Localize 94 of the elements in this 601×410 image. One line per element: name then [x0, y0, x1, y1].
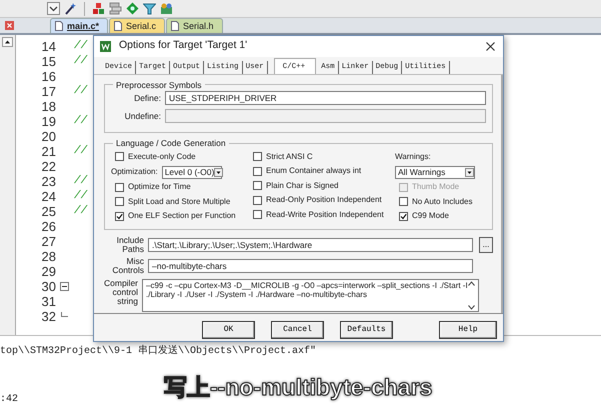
file-tab[interactable]: main.c*: [50, 18, 108, 33]
line-number: 14: [40, 39, 57, 54]
checkbox[interactable]: [115, 197, 124, 206]
file-icon: [55, 21, 63, 31]
dropdown[interactable]: All Warnings: [395, 166, 475, 179]
checkbox-label: Strict ANSI C: [266, 150, 313, 163]
dialog-button[interactable]: Defaults: [340, 320, 393, 339]
output-line: :42: [0, 393, 20, 407]
line-number: 21: [40, 144, 57, 159]
field-label: Warnings:: [395, 150, 431, 163]
blocks-icon[interactable]: [92, 2, 105, 15]
line-number: 20: [40, 129, 57, 144]
checkbox-label: One ELF Section per Function: [128, 210, 236, 222]
line-number: 32: [40, 309, 57, 324]
cluster-icon[interactable]: [160, 2, 173, 15]
checkbox-label: Split Load and Store Multiple: [128, 196, 230, 208]
line-number: 18: [40, 99, 57, 114]
dropdown[interactable]: Level 0 (-O0): [162, 166, 222, 179]
line-number: 29: [40, 264, 57, 279]
file-tab[interactable]: Serial.h: [166, 18, 223, 33]
wand-icon[interactable]: [64, 2, 77, 15]
output-line: top\\STM32Project\\9-1 串口发送\\Objects\\Project.axf": [0, 344, 318, 359]
line-number: 22: [40, 159, 57, 174]
line-number: 31: [40, 294, 57, 309]
code-comment: //: [74, 84, 88, 99]
checkbox[interactable]: [399, 212, 408, 221]
scroll-up-icon[interactable]: [468, 281, 476, 286]
checkbox[interactable]: [253, 181, 262, 190]
checkbox[interactable]: [253, 196, 262, 205]
checkbox-label: Read-Only Position Independent: [266, 194, 382, 206]
checkbox-label: Thumb Mode: [412, 181, 460, 194]
code-comment: //: [74, 144, 88, 159]
file-icon: [114, 21, 122, 31]
line-number: 25: [40, 204, 57, 219]
line-number: 28: [40, 249, 57, 264]
subtitle-caption: 写上--no-multibyte-chars: [164, 373, 432, 403]
file-icon: [171, 21, 180, 31]
define-field[interactable]: USE_STDPERIPH_DRIVER: [165, 91, 486, 106]
scroll-down-icon[interactable]: [468, 305, 476, 310]
dialog-button[interactable]: OK: [202, 320, 255, 339]
file-tab[interactable]: Serial.c: [109, 18, 166, 33]
line-number: 27: [40, 234, 57, 249]
stack-icon[interactable]: [109, 2, 122, 15]
field-label: Optimization:: [111, 166, 158, 178]
group-title: Preprocessor Symbols: [115, 80, 203, 90]
code-comment: //: [74, 204, 88, 219]
field-label: Misc Controls: [111, 257, 144, 276]
field-label: Undefine:: [124, 112, 161, 121]
window-title: Options for Target 'Target 1': [119, 38, 248, 54]
checkbox-label: Read-Write Position Independent: [266, 208, 384, 221]
close-icon[interactable]: [486, 42, 495, 51]
dropdown-icon[interactable]: [47, 2, 60, 15]
diamond-icon[interactable]: [126, 2, 139, 15]
field-label: Compiler control string: [104, 279, 138, 306]
misc-controls-field[interactable]: –no-multibyte-chars: [148, 259, 473, 274]
field-label: Define:: [133, 94, 161, 103]
compiler-string-text: –c99 -c –cpu Cortex-M3 -D__MICROLIB -g -O0 –apcs=interwork –split_sections -I ./Start -I ./Library -I ./User -I ./System -I ./Hardware –no-multibyte-chars: [146, 281, 468, 302]
dialog-button[interactable]: Cancel: [271, 320, 324, 339]
checkbox[interactable]: [399, 197, 408, 206]
checkbox-label: C99 Mode: [412, 210, 449, 222]
browse-button[interactable]: ...: [479, 236, 493, 253]
code-comment: //: [74, 39, 88, 54]
checkbox-label: No Auto Includes: [412, 196, 472, 208]
line-number: 30: [40, 279, 57, 294]
code-comment: //: [74, 174, 88, 189]
checkbox[interactable]: [253, 210, 262, 220]
compiler-string-field[interactable]: –c99 -c –cpu Cortex-M3 -D__MICROLIB -g -O0 –apcs=interwork –split_sections -I ./Start -I ./Library -I ./User -I ./System -I ./Hardware –no-multibyte-chars: [142, 279, 480, 312]
line-number: 17: [40, 84, 57, 99]
checkbox-label: Enum Container always int: [266, 165, 362, 178]
include-paths-field[interactable]: .\Start;.\Library;.\User;.\System;.\Hardware: [148, 238, 473, 252]
code-comment: //: [74, 189, 88, 204]
checkbox[interactable]: [115, 182, 124, 192]
line-number: 16: [40, 69, 57, 84]
code-comment: //: [74, 114, 88, 129]
checkbox[interactable]: [253, 152, 262, 162]
code-comment: //: [74, 54, 88, 69]
line-number: 19: [40, 114, 57, 129]
line-number: 26: [40, 219, 57, 234]
checkbox[interactable]: [253, 166, 262, 176]
dialog-button[interactable]: Help: [439, 320, 497, 339]
line-number: 24: [40, 189, 57, 204]
checkbox[interactable]: [115, 152, 124, 162]
fold-toggle-icon[interactable]: [60, 282, 69, 291]
checkbox-label: Optimize for Time: [128, 181, 191, 194]
checkbox-label: Plain Char is Signed: [266, 180, 338, 192]
field-label: Include Paths: [116, 236, 144, 254]
line-number: 23: [40, 174, 57, 189]
group-title: Language / Code Generation: [115, 139, 227, 148]
checkbox[interactable]: [115, 212, 124, 221]
scroll-up-icon[interactable]: [2, 37, 13, 47]
line-number: 15: [40, 54, 57, 69]
funnel-icon[interactable]: [143, 2, 156, 15]
checkbox-label: Execute-only Code: [128, 150, 196, 163]
app-icon: [100, 40, 111, 52]
